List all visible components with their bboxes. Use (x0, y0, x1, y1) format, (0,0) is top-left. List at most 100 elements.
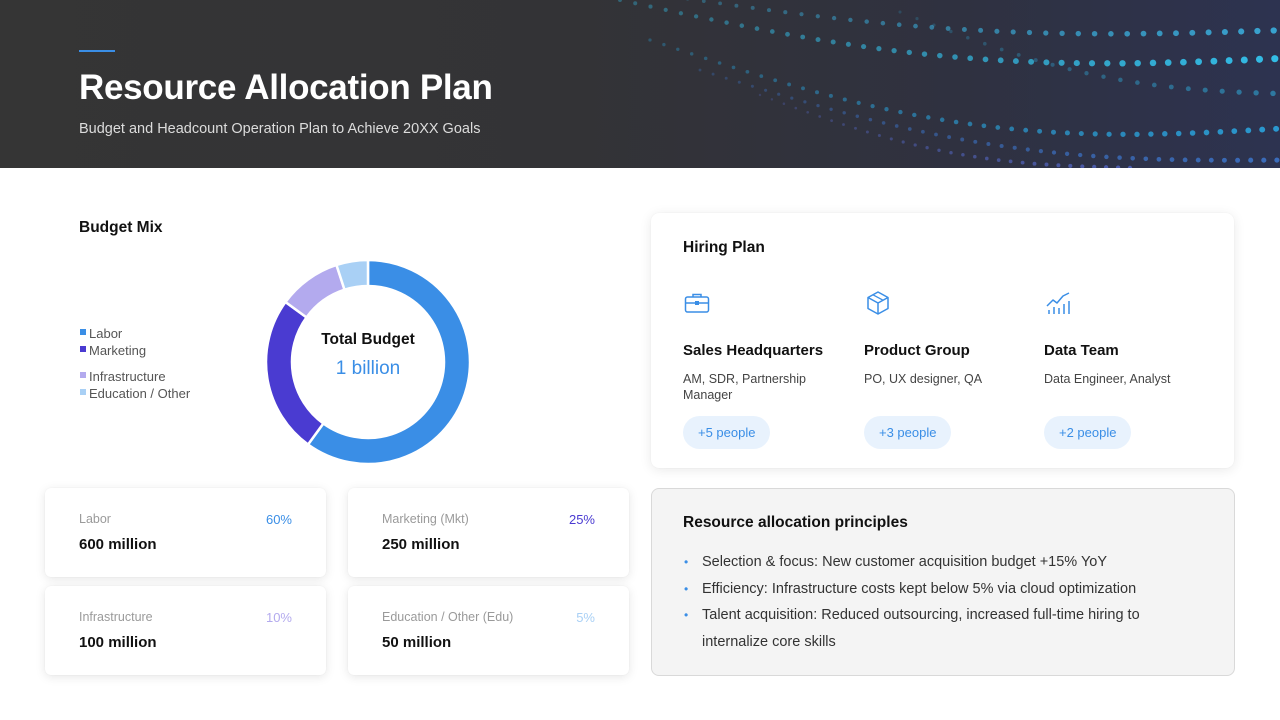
stat-card-education: Education / Other (Edu) 5% 50 million (348, 586, 629, 675)
wave-dot (921, 129, 925, 134)
wave-dot (1156, 30, 1163, 37)
wave-dot (777, 92, 781, 96)
wave-dot (830, 39, 836, 45)
wave-dot (967, 55, 974, 62)
wave-dot (1023, 127, 1029, 133)
wave-dot (1189, 130, 1196, 136)
wave-dot (1064, 151, 1070, 156)
wave-dot (913, 23, 918, 29)
wave-dot (689, 52, 694, 56)
wave-dot (981, 123, 987, 129)
wave-dot (1195, 58, 1202, 66)
briefcase-icon (684, 293, 710, 313)
wave-dot (861, 44, 867, 50)
wave-dot (1175, 130, 1182, 137)
wave-dot (1156, 156, 1162, 162)
wave-dot (711, 72, 715, 76)
title-accent-line (79, 50, 115, 52)
page-title: Resource Allocation Plan (79, 68, 493, 107)
wave-dot (1101, 74, 1106, 79)
legend-swatch (80, 371, 86, 378)
stat-label: Education / Other (Edu) (382, 610, 514, 624)
headcount-badge: +3 people (864, 416, 952, 449)
wave-dot (961, 153, 965, 157)
wave-dot (1235, 157, 1241, 163)
legend-label: Marketing (89, 343, 147, 358)
wave-dot (1050, 62, 1055, 67)
wave-dot (1202, 87, 1208, 93)
wave-dot (949, 150, 953, 155)
wave-dot (945, 26, 951, 31)
wave-dot (829, 107, 833, 111)
budget-legend: Labor Marketing Infrastructure Education… (80, 325, 190, 402)
stat-percent: 25% (568, 512, 595, 527)
wave-dot (1140, 30, 1147, 37)
wave-dot (754, 26, 760, 31)
legend-item-infrastructure: Infrastructure (80, 368, 190, 385)
wave-dot (1221, 157, 1227, 163)
stat-label: Labor (79, 512, 111, 526)
wave-dot (865, 130, 869, 134)
stat-percent: 5% (576, 610, 595, 625)
legend-swatch (80, 345, 86, 352)
wave-dot (1195, 157, 1201, 163)
wave-dot (953, 119, 959, 125)
wave-dot (1103, 165, 1109, 168)
wave-dot (845, 41, 851, 47)
wave-dot (739, 23, 745, 28)
wave-dot (1037, 128, 1043, 134)
wave-dot (1134, 59, 1141, 67)
wave-dot (949, 29, 953, 34)
stat-percent: 60% (265, 512, 292, 527)
wave-dot (1025, 147, 1030, 152)
legend-item-labor: Labor (80, 325, 190, 342)
wave-dot (803, 100, 807, 104)
stat-value: 50 million (382, 634, 452, 651)
wave-dot (724, 76, 728, 80)
wave-dot (1104, 60, 1111, 67)
wave-dot (717, 61, 722, 65)
budget-donut-chart: Total Budget 1 billion (264, 258, 472, 466)
legend-swatch (80, 388, 86, 395)
team-name: Sales Headquarters (683, 342, 824, 359)
wave-dot (1032, 161, 1037, 166)
stat-card-marketing: Marketing (Mkt) 25% 250 million (348, 488, 629, 577)
wave-dot (842, 97, 847, 102)
wave-dot (999, 47, 1004, 52)
wave-dot (801, 86, 805, 91)
wave-dot (1073, 60, 1080, 67)
wave-dot (864, 19, 869, 24)
wave-dot (1148, 131, 1154, 137)
wave-dot (1149, 59, 1157, 67)
wave-dot (1104, 154, 1109, 160)
bullet-icon: • (684, 555, 689, 569)
legend-item-marketing: Marketing (80, 342, 190, 359)
wave-dot (1038, 148, 1044, 154)
wave-dot (731, 65, 736, 70)
wave-dot (889, 137, 893, 141)
wave-dot (718, 1, 723, 6)
wave-dot (1051, 150, 1057, 155)
wave-dot (1080, 164, 1085, 168)
wave-dot (932, 23, 936, 27)
wave-dot (782, 102, 786, 105)
budget-mix-title: Budget Mix (79, 219, 163, 236)
wave-dot (1219, 88, 1225, 94)
wave-dot (1238, 28, 1245, 35)
wave-dot (1210, 57, 1218, 65)
wave-dot (1189, 29, 1196, 36)
stat-label: Marketing (Mkt) (382, 512, 469, 526)
donut-center: Total Budget 1 billion (266, 260, 470, 464)
wave-dot (1231, 128, 1238, 134)
wave-dot (982, 41, 987, 46)
wave-dot (994, 28, 1000, 34)
wave-dot (1078, 130, 1084, 137)
wave-dot (996, 158, 1001, 162)
wave-dot (1084, 71, 1089, 76)
legend-item-education: Education / Other (80, 385, 190, 402)
wave-dot (1009, 126, 1015, 132)
wave-dot (1259, 126, 1266, 133)
team-data: Data Team Data Engineer, Analyst +2 peop… (1044, 289, 1214, 449)
wave-dot (973, 139, 978, 144)
wave-dot (1143, 156, 1149, 162)
